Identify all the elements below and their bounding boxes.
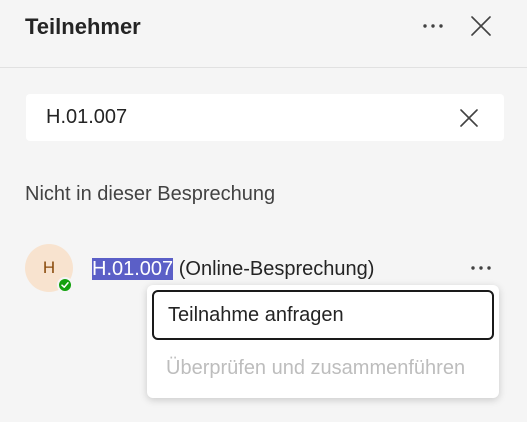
avatar-initials: H — [42, 258, 56, 277]
panel-header: Teilnehmer — [0, 0, 527, 68]
section-label: Nicht in dieser Besprechung — [25, 183, 276, 205]
search-match-highlight: H.01.007 — [92, 258, 174, 280]
close-button[interactable] — [465, 10, 497, 42]
close-icon — [471, 16, 491, 36]
participant-more-button[interactable] — [465, 252, 497, 284]
clear-icon — [460, 109, 478, 127]
search-box — [26, 94, 504, 141]
more-horizontal-icon — [471, 266, 491, 270]
participant-name-suffix: (Online-Besprechung) — [173, 258, 375, 280]
more-horizontal-icon — [423, 24, 443, 28]
panel-title: Teilnehmer — [25, 14, 141, 39]
context-menu: Teilnahme anfragen Überprüfen und zusamm… — [147, 285, 499, 398]
menu-item-review-and-merge: Überprüfen und zusammenführen — [166, 356, 466, 379]
menu-item-request-to-join[interactable]: Teilnahme anfragen — [152, 290, 494, 340]
search-input[interactable] — [46, 94, 446, 141]
participant-name: H.01.007 (Online-Besprechung) — [92, 257, 374, 281]
clear-search-button[interactable] — [453, 102, 485, 134]
presence-available-icon — [57, 277, 73, 293]
more-options-button[interactable] — [417, 10, 449, 42]
